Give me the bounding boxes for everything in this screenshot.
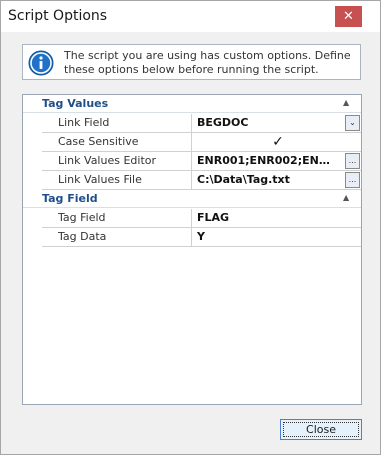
property-name: Tag Field [42, 209, 192, 228]
property-row-link-values-editor[interactable]: Link Values Editor ENR001;ENR002;ENR003;… [23, 152, 361, 171]
property-row-tag-field[interactable]: Tag Field FLAG [23, 209, 361, 228]
category-tag-field[interactable]: Tag Field ▲ [23, 190, 361, 208]
row-gutter [23, 228, 42, 247]
link-values-editor-value[interactable]: ENR001;ENR002;ENR003;ENR00... [193, 152, 361, 171]
property-name: Link Field [42, 114, 192, 133]
property-name: Link Values Editor [42, 152, 192, 171]
ellipsis-button[interactable]: ... [345, 153, 360, 169]
tag-field-value[interactable]: FLAG [193, 209, 361, 228]
property-value-text: FLAG [197, 211, 230, 224]
tag-data-value[interactable]: Y [193, 228, 361, 247]
row-gutter [23, 171, 42, 190]
category-label: Tag Field [42, 192, 98, 205]
ellipsis-button[interactable]: ... [345, 172, 360, 188]
link-field-value[interactable]: BEGDOC [193, 114, 361, 133]
property-row-link-values-file[interactable]: Link Values File C:\Data\Tag.txt ... [23, 171, 361, 190]
property-value-text: Y [197, 230, 205, 243]
property-name: Link Values File [42, 171, 192, 190]
property-name: Case Sensitive [42, 133, 192, 152]
property-row-case-sensitive[interactable]: Case Sensitive ✓ [23, 133, 361, 152]
title-bar: Script Options ✕ [1, 1, 380, 32]
property-grid: Tag Values ▲ Link Field BEGDOC ⌄ Case Se… [22, 94, 362, 405]
property-row-link-field[interactable]: Link Field BEGDOC ⌄ [23, 114, 361, 133]
case-sensitive-checkbox[interactable]: ✓ [270, 134, 286, 150]
collapse-icon[interactable]: ▲ [343, 98, 349, 107]
property-name: Tag Data [42, 228, 192, 247]
category-label: Tag Values [42, 97, 109, 110]
row-gutter [23, 209, 42, 228]
script-options-dialog: Script Options ✕ The script you are usin… [0, 0, 381, 455]
info-banner: The script you are using has custom opti… [22, 44, 361, 80]
collapse-icon[interactable]: ▲ [343, 193, 349, 202]
info-message: The script you are using has custom opti… [64, 49, 351, 76]
window-close-button[interactable]: ✕ [335, 6, 362, 27]
property-value-text: BEGDOC [197, 116, 249, 129]
property-value-text: ENR001;ENR002;ENR003;ENR00... [197, 154, 337, 167]
close-button[interactable]: Close [280, 419, 362, 440]
dropdown-arrow-icon[interactable]: ⌄ [345, 115, 360, 131]
property-value-text: C:\Data\Tag.txt [197, 173, 290, 186]
window-title: Script Options [8, 8, 108, 24]
category-tag-values[interactable]: Tag Values ▲ [23, 95, 361, 113]
link-values-file-value[interactable]: C:\Data\Tag.txt [193, 171, 361, 190]
focus-rectangle [283, 422, 359, 437]
row-gutter [23, 152, 42, 171]
property-row-tag-data[interactable]: Tag Data Y [23, 228, 361, 247]
info-icon [28, 50, 54, 76]
row-gutter [23, 114, 42, 133]
row-gutter [23, 133, 42, 152]
